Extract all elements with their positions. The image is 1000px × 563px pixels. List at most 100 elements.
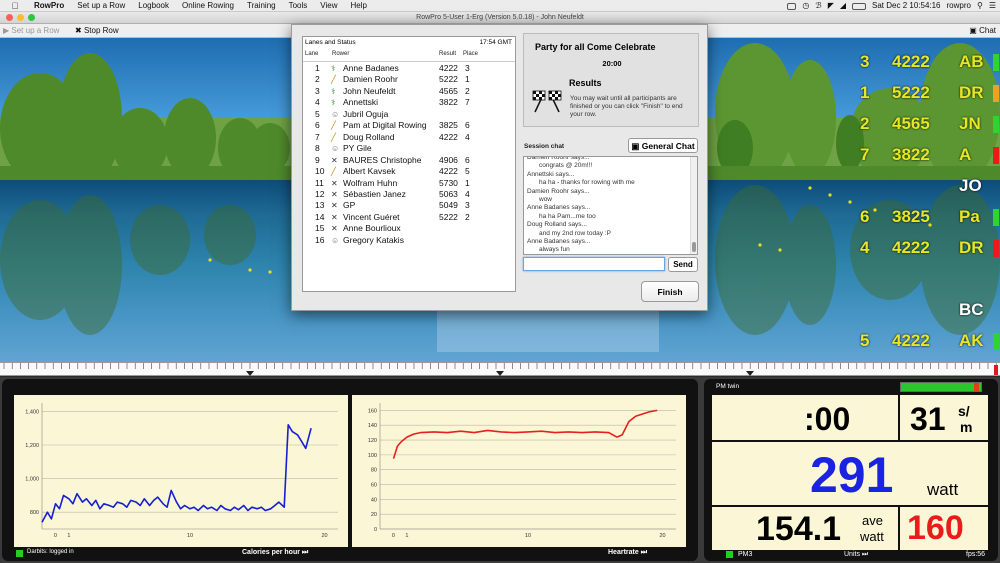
chat-message: ha ha - thanks for rowing with me bbox=[539, 179, 635, 187]
rower-result: 5222 bbox=[439, 74, 458, 85]
scoreboard-initials: JN bbox=[959, 114, 981, 133]
lane-row[interactable]: 10 ╱ Albert Kavsek 4222 5 bbox=[303, 166, 515, 178]
x-tick-label: 20 bbox=[659, 533, 665, 539]
lane-row[interactable]: 1 ⚕ Anne Badanes 4222 3 bbox=[303, 63, 515, 75]
rower-result: 4906 bbox=[439, 154, 458, 165]
lane-row[interactable]: 11 ✕ Wolfram Huhn 5730 1 bbox=[303, 178, 515, 190]
chat-message-input[interactable] bbox=[523, 257, 665, 271]
cross-icon: ✕ bbox=[331, 189, 338, 199]
y-tick-label: 0 bbox=[374, 527, 377, 533]
rower-place: 3 bbox=[465, 63, 470, 73]
menu-online-rowing[interactable]: Online Rowing bbox=[182, 0, 234, 12]
lane-row[interactable]: 12 ✕ Sébastien Janez 5063 4 bbox=[303, 189, 515, 201]
lane-row[interactable]: 2 ╱ Damien Roohr 5222 1 bbox=[303, 74, 515, 86]
rower-place: 3 bbox=[465, 200, 470, 211]
general-chat-button[interactable]: ▣ General Chat bbox=[628, 138, 698, 153]
rower-place: 4 bbox=[465, 131, 470, 142]
apple-icon[interactable]:  bbox=[10, 0, 20, 12]
ruler-marker bbox=[746, 371, 754, 376]
rower-place: 1 bbox=[465, 177, 470, 188]
chart2-label[interactable]: Heartrate ⏭ bbox=[608, 549, 647, 557]
spotlight-icon[interactable]: ⚲ bbox=[977, 0, 983, 12]
charts-panel: 800 1,000 1,200 1,400 0 1 10 20 0 20 40 60 80 100 120… bbox=[2, 379, 698, 561]
x-tick-label: 0 bbox=[54, 533, 57, 539]
lane-row[interactable]: 5 ☺ Jubril Oguja bbox=[303, 109, 515, 121]
y-tick-label: 60 bbox=[371, 483, 377, 489]
avg-watt-cell: 154.1 ave watt bbox=[712, 507, 898, 550]
rower-name: Vincent Guéret bbox=[343, 211, 400, 222]
menu-user[interactable]: rowpro bbox=[947, 0, 971, 12]
lane-row[interactable]: 7 ╱ Doug Rolland 4222 4 bbox=[303, 132, 515, 144]
zoom-window-icon[interactable] bbox=[28, 14, 35, 21]
chart1-label[interactable]: Calories per hour ⏭ bbox=[242, 549, 308, 557]
screen-icon[interactable] bbox=[787, 2, 797, 10]
volume-icon[interactable]: ◢ bbox=[840, 0, 846, 12]
rower-name: Doug Rolland bbox=[343, 131, 395, 142]
checkered-flag-icon bbox=[532, 90, 562, 113]
series-line bbox=[392, 409, 658, 459]
bluetooth-icon[interactable]: ℬ bbox=[815, 0, 821, 12]
heartrate-chart: 0 20 40 60 80 100 120 140 160 0 1 10 20 bbox=[352, 395, 686, 547]
chat-button[interactable]: ▣ Chat bbox=[969, 24, 996, 38]
lane-row[interactable]: 16 ☺ Gregory Katakis bbox=[303, 235, 515, 247]
status-light bbox=[16, 550, 23, 557]
watts-value: 291 bbox=[810, 447, 894, 503]
status-text: Darbits: logged in bbox=[27, 549, 74, 555]
scoreboard-place: 1 bbox=[860, 83, 870, 102]
lanes-title: Lanes and Status bbox=[305, 39, 356, 46]
chart1-label-text: Calories per hour bbox=[242, 549, 300, 556]
lane-row[interactable]: 3 ⚕ John Neufeldt 4565 2 bbox=[303, 86, 515, 98]
chat-icon: ▣ bbox=[969, 26, 977, 35]
results-message: You may wait until all participants are … bbox=[570, 95, 683, 118]
pm-progress-marker bbox=[974, 383, 979, 391]
rower-place: 2 bbox=[465, 85, 470, 96]
menu-view[interactable]: View bbox=[320, 0, 337, 12]
setup-row-button[interactable]: ▶ Set up a Row bbox=[3, 24, 59, 38]
timemachine-icon[interactable]: ◷ bbox=[802, 0, 809, 12]
lane-row[interactable]: 14 ✕ Vincent Guéret 5222 2 bbox=[303, 212, 515, 224]
menu-tools[interactable]: Tools bbox=[289, 0, 308, 12]
rower-result: 4222 bbox=[439, 63, 458, 73]
menu-setup[interactable]: Set up a Row bbox=[77, 0, 125, 12]
lane-row[interactable]: 13 ✕ GP 5049 3 bbox=[303, 200, 515, 212]
menu-help[interactable]: Help bbox=[351, 0, 367, 12]
menu-app[interactable]: RowPro bbox=[34, 0, 64, 12]
avg-watt-value: 154.1 bbox=[756, 510, 842, 548]
spm-cell: 31 s/ m bbox=[900, 395, 988, 440]
heartrate-cell: 160 bbox=[900, 507, 988, 550]
lane-row[interactable]: 9 ✕ BAURES Christophe 4906 6 bbox=[303, 155, 515, 167]
x-tick-label: 10 bbox=[187, 533, 193, 539]
lane-row[interactable]: 6 ╱ Pam at Digital Rowing 3825 6 bbox=[303, 120, 515, 132]
rower-name: Sébastien Janez bbox=[343, 188, 406, 199]
menu-training[interactable]: Training bbox=[247, 0, 276, 12]
list-icon[interactable]: ☰ bbox=[989, 0, 996, 12]
cross-icon: ✕ bbox=[331, 155, 338, 165]
stop-row-button[interactable]: ✖ Stop Row bbox=[75, 24, 119, 38]
x-tick-label: 20 bbox=[321, 533, 327, 539]
scoreboard-place: 5 bbox=[860, 331, 870, 350]
race-results-dialog: Lanes and Status 17:54 GMT Lane Rower Re… bbox=[291, 24, 708, 311]
wifi-icon[interactable]: ◤ bbox=[828, 0, 834, 12]
send-button[interactable]: Send bbox=[668, 257, 698, 272]
menu-logbook[interactable]: Logbook bbox=[138, 0, 169, 12]
y-tick-label: 800 bbox=[30, 510, 39, 516]
lane-number: 11 bbox=[315, 177, 324, 188]
finish-button[interactable]: Finish bbox=[641, 281, 699, 302]
rower-place: 1 bbox=[465, 74, 470, 85]
lane-row[interactable]: 8 ☺ PY Gile bbox=[303, 143, 515, 155]
session-chat-log[interactable]: Damien Roohr says... congrats @ 20m!!! Ann… bbox=[523, 156, 698, 255]
minimize-window-icon[interactable] bbox=[17, 14, 24, 21]
lane-row[interactable]: 4 ⚕ Annettski 3822 7 bbox=[303, 97, 515, 109]
close-window-icon[interactable] bbox=[6, 14, 13, 21]
battery-icon[interactable] bbox=[852, 2, 867, 10]
rower-name: Wolfram Huhn bbox=[343, 177, 398, 188]
scoreboard-result: 4565 bbox=[892, 114, 930, 133]
units-button[interactable]: Units ⏭ bbox=[844, 551, 868, 559]
chat-scrollbar[interactable] bbox=[690, 157, 697, 254]
lane-row[interactable]: 15 ✕ Anne Bourlioux bbox=[303, 223, 515, 235]
ruler-ticks bbox=[3, 363, 998, 376]
menu-clock[interactable]: Sat Dec 2 10:54:16 bbox=[872, 0, 941, 12]
chat-scroll-thumb[interactable] bbox=[692, 242, 696, 252]
watts-cell: 291 watt bbox=[712, 442, 988, 505]
y-tick-label: 1,400 bbox=[25, 409, 39, 415]
